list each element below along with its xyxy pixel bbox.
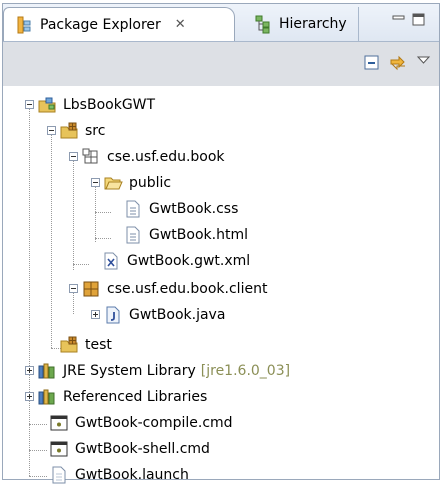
tree-item-label: GwtBook.html (149, 227, 248, 243)
tree-item-label: GwtBook.gwt.xml (127, 253, 251, 269)
view-tab-bar: Package Explorer ✕ Hierarchy (3, 4, 439, 42)
console-file-icon (50, 441, 68, 457)
tree-item-label: GwtBook.java (129, 307, 226, 323)
tab-hierarchy-label: Hierarchy (279, 16, 347, 32)
tree-item-package-client[interactable]: cse.usf.edu.book.client (81, 276, 267, 302)
tree-item-label: public (129, 175, 172, 191)
project-folder-icon (38, 97, 56, 113)
file-icon (52, 466, 66, 484)
maximize-icon[interactable] (411, 12, 427, 28)
tree-item-html-file[interactable]: GwtBook.html (123, 222, 248, 248)
project-tree: LbsBookGWT src cse.usf.edu.book public G… (3, 86, 439, 484)
tree-item-css-file[interactable]: GwtBook.css (123, 196, 238, 222)
tab-package-explorer[interactable]: Package Explorer ✕ (3, 7, 235, 41)
collapse-package-book-toggle[interactable] (69, 152, 78, 161)
package-explorer-view: Package Explorer ✕ Hierarchy LbsBookGWT … (2, 3, 440, 484)
java-file-icon (106, 306, 120, 324)
collapse-public-toggle[interactable] (91, 178, 100, 187)
tree-item-label: LbsBookGWT (63, 97, 156, 113)
source-folder-icon (60, 122, 78, 139)
tree-item-label: GwtBook-shell.cmd (75, 441, 210, 457)
tree-item-shell-cmd[interactable]: GwtBook-shell.cmd (49, 436, 210, 462)
tree-item-java-file[interactable]: GwtBook.java (103, 302, 225, 328)
collapse-all-icon[interactable] (363, 54, 381, 72)
minimize-icon[interactable] (391, 12, 407, 28)
tree-item-label: Referenced Libraries (63, 389, 208, 405)
view-menu-icon[interactable] (415, 52, 433, 70)
tree-item-decoration: [jre1.6.0_03] (200, 363, 291, 379)
tree-item-label: cse.usf.edu.book.client (107, 281, 268, 297)
collapse-src-toggle[interactable] (47, 126, 56, 135)
tree-item-gwt-xml-file[interactable]: GwtBook.gwt.xml (101, 248, 250, 274)
tree-item-public[interactable]: public (103, 170, 171, 196)
tree-item-jre-library[interactable]: JRE System Library [jre1.6.0_03] (37, 358, 290, 384)
source-folder-icon (60, 336, 78, 353)
tree-item-compile-cmd[interactable]: GwtBook-compile.cmd (49, 410, 233, 436)
console-file-icon (50, 415, 68, 431)
package-icon (83, 281, 99, 297)
xml-file-icon (104, 252, 118, 270)
tree-item-test[interactable]: test (59, 332, 112, 358)
tree-item-label: test (85, 337, 112, 353)
tree-item-label: GwtBook.launch (75, 467, 189, 483)
tree-item-label: GwtBook.css (149, 201, 239, 217)
collapse-project-toggle[interactable] (25, 100, 34, 109)
package-icon (82, 148, 98, 164)
library-icon (38, 363, 55, 379)
tree-item-referenced-libraries[interactable]: Referenced Libraries (37, 384, 207, 410)
package-explorer-icon (17, 16, 31, 33)
tree-item-launch-file[interactable]: GwtBook.launch (49, 462, 189, 488)
folder-open-icon (104, 177, 123, 190)
tree-item-label: JRE System Library (63, 363, 196, 379)
file-icon (126, 200, 140, 218)
tree-item-label: cse.usf.edu.book (107, 149, 225, 165)
expand-jre-toggle[interactable] (25, 366, 34, 375)
expand-referenced-libraries-toggle[interactable] (25, 392, 34, 401)
close-icon[interactable]: ✕ (175, 17, 186, 32)
tree-item-src[interactable]: src (59, 118, 105, 144)
view-toolbar (3, 42, 439, 86)
tree-item-label: src (85, 123, 106, 139)
tab-hierarchy[interactable]: Hierarchy (241, 7, 359, 41)
collapse-package-client-toggle[interactable] (69, 284, 78, 293)
tab-package-explorer-label: Package Explorer (40, 16, 161, 33)
expand-java-file-toggle[interactable] (91, 310, 100, 319)
tree-item-package-book[interactable]: cse.usf.edu.book (81, 144, 225, 170)
library-icon (38, 389, 55, 405)
file-icon (126, 226, 140, 244)
link-with-editor-icon[interactable] (389, 54, 407, 72)
tree-item-label: GwtBook-compile.cmd (75, 415, 233, 431)
hierarchy-icon (255, 15, 270, 34)
tree-item-project[interactable]: LbsBookGWT (37, 92, 155, 118)
